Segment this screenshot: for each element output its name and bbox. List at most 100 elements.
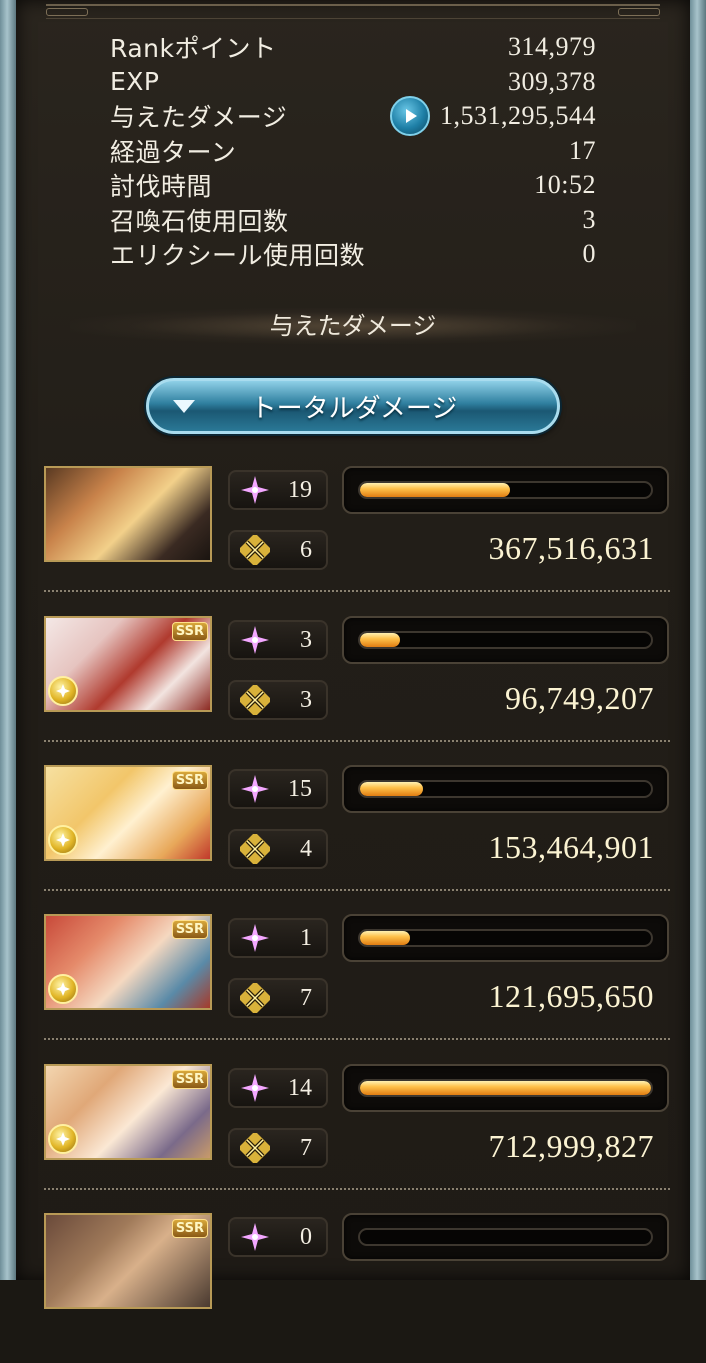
stat-label: EXP [110,67,160,97]
row-divider [44,889,670,891]
damage-bar-fill [360,782,423,796]
stat-value: 309,378 [508,66,596,96]
damage-bar-track [358,929,653,947]
crossed-swords-ougi-icon [240,535,270,565]
damage-share-bar [342,1064,669,1112]
character-damage-value: 153,464,901 [488,829,654,865]
ougi-count-badge: 3 [228,680,328,720]
damage-share-bar [342,466,669,514]
left-frame-rail [0,0,16,1280]
row-divider [44,740,670,742]
damage-bar-track [358,631,653,649]
sparkle-skill-icon [240,625,270,655]
character-portrait[interactable]: SSR [44,914,212,1010]
character-portrait[interactable]: SSR [44,1213,212,1309]
ssr-rarity-badge: SSR [171,1219,208,1238]
stat-value: 10:52 [534,170,596,200]
skill-count-badge: 19 [228,470,328,510]
damage-bar-track [358,1079,653,1097]
ougi-count: 7 [300,1134,312,1161]
stat-turns: 経過ターン 17 [110,134,596,169]
support-coin-icon [48,1124,78,1154]
damage-bar-track [358,481,653,499]
damage-bar-track [358,1228,653,1246]
support-coin-icon [48,974,78,1004]
character-damage-value: 712,999,827 [488,1128,654,1164]
stat-elixir-uses: エリクシール使用回数 0 [110,237,596,272]
damage-bar-fill [360,1081,651,1095]
character-portrait[interactable]: SSR [44,1064,212,1160]
ougi-count-badge: 7 [228,978,328,1018]
damage-share-bar [342,914,669,962]
character-row: SSR 14 7 712,999,827 [44,1064,670,1214]
top-ornament [46,4,660,19]
stat-exp: EXP 309,378 [110,65,596,100]
character-portrait[interactable]: SSR [44,765,212,861]
stat-rank-points: Rankポイント 314,979 [110,30,596,65]
character-row: SSR 3 3 96,749,207 [44,616,670,766]
ougi-count-badge: 7 [228,1128,328,1168]
ougi-count: 4 [300,835,312,862]
skill-count: 19 [288,476,312,503]
support-coin-icon [48,676,78,706]
row-divider [44,1038,670,1040]
row-divider [44,590,670,592]
skill-count: 15 [288,775,312,802]
crossed-swords-ougi-icon [240,983,270,1013]
row-divider [44,1188,670,1190]
sparkle-skill-icon [240,1073,270,1103]
sparkle-skill-icon [240,774,270,804]
total-damage-dropdown-button[interactable]: トータルダメージ [146,378,560,434]
stat-damage-dealt: 与えたダメージ 1,531,295,544 [110,96,596,137]
skill-count: 14 [288,1074,312,1101]
triangle-down-icon [173,399,195,413]
character-damage-value: 367,516,631 [488,530,654,566]
stat-label: 討伐時間 [110,172,213,202]
skill-count: 0 [300,1223,312,1250]
damage-bar-track [358,780,653,798]
ssr-rarity-badge: SSR [171,1070,208,1089]
damage-bar-fill [360,633,400,647]
ougi-count-badge: 4 [228,829,328,869]
sparkle-skill-icon [240,1222,270,1252]
stat-value: 0 [582,239,596,269]
dropdown-label: トータルダメージ [250,393,458,424]
damage-share-bar [342,765,669,813]
stats-list: Rankポイント 314,979 EXP 309,378 与えたダメージ 1,5… [110,30,596,272]
skill-count-badge: 3 [228,620,328,660]
character-art [46,468,210,560]
crossed-swords-ougi-icon [240,1133,270,1163]
character-portrait[interactable] [44,466,212,562]
damage-bar-fill [360,931,410,945]
damage-share-bar [342,616,669,664]
ssr-rarity-badge: SSR [171,920,208,939]
ougi-count: 6 [300,536,312,563]
stat-value: 314,979 [508,32,596,62]
crossed-swords-ougi-icon [240,834,270,864]
stat-value: 17 [569,135,596,165]
stat-summon-uses: 召喚石使用回数 3 [110,203,596,238]
character-portrait[interactable]: SSR [44,616,212,712]
sparkle-skill-icon [240,923,270,953]
ougi-count-badge: 6 [228,530,328,570]
stat-label: 召喚石使用回数 [110,206,289,236]
skill-count: 1 [300,924,312,951]
play-icon [406,109,417,124]
character-row: SSR 0 [44,1213,670,1363]
stat-battle-time: 討伐時間 10:52 [110,168,596,203]
stat-value: 1,531,295,544 [440,101,596,131]
skill-count-badge: 14 [228,1068,328,1108]
damage-details-play-button[interactable] [390,96,430,137]
crossed-swords-ougi-icon [240,685,270,715]
damage-bar-fill [360,483,511,497]
character-row: SSR 15 4 153,464,901 [44,765,670,915]
skill-count: 3 [300,626,312,653]
right-frame-rail [690,0,706,1280]
character-row: SSR 1 7 121,695,650 [44,914,670,1064]
skill-count-badge: 15 [228,769,328,809]
skill-count-badge: 0 [228,1217,328,1257]
stat-label: エリクシール使用回数 [110,241,366,271]
stat-label: Rankポイント [110,34,277,64]
section-title: 与えたダメージ [70,308,636,344]
stat-value: 3 [582,204,596,234]
